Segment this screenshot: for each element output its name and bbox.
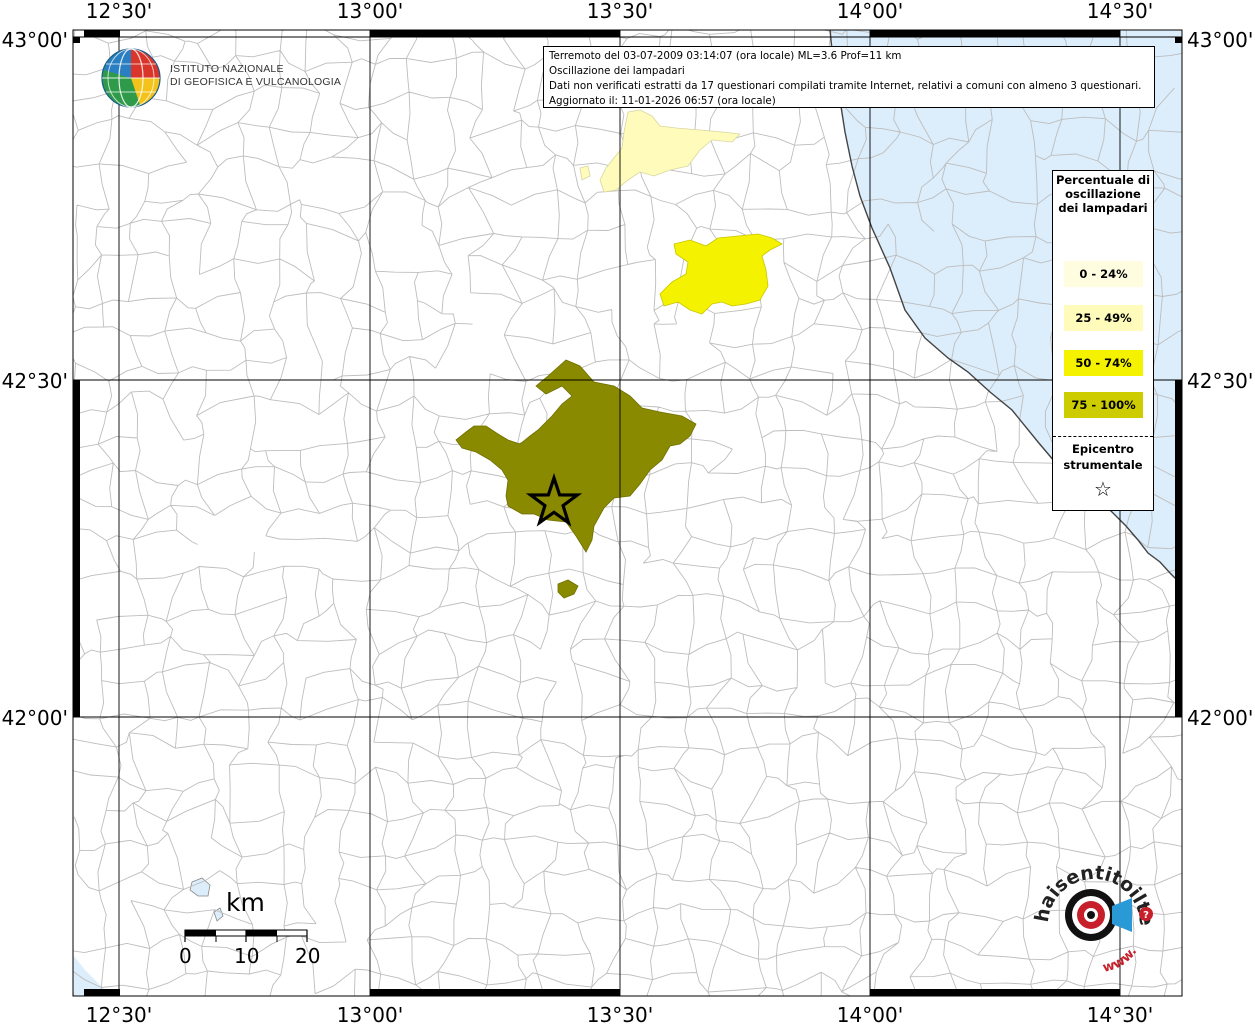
legend: Percentuale di oscillazione dei lampadar… [1052, 170, 1154, 511]
lat-label-right: 42°00' [1187, 706, 1253, 730]
legend-class-50-74: 50 - 74% [1064, 350, 1143, 376]
lon-label-bottom: 12°30' [86, 1003, 152, 1024]
lat-label-left: 42°30' [2, 369, 68, 393]
lon-label-bottom: 13°00' [337, 1003, 403, 1024]
lon-label-bottom: 14°00' [837, 1003, 903, 1024]
lat-label-right: 43°00' [1187, 28, 1253, 52]
longitude-labels-top: 12°30' 13°00' 13°30' 14°00' 14°30' [86, 0, 1153, 23]
legend-star-icon: ☆ [1094, 477, 1112, 501]
lat-label-left: 43°00' [2, 28, 68, 52]
event-info-box: Terremoto del 03-07-2009 03:14:07 (ora l… [543, 46, 1155, 108]
lon-label-top: 14°30' [1087, 0, 1153, 23]
scale-label-20: 20 [295, 944, 321, 968]
lon-label-bottom: 14°30' [1087, 1003, 1153, 1024]
svg-text:?: ? [1143, 910, 1149, 921]
lon-label-top: 14°00' [837, 0, 903, 23]
event-info-line: Aggiornato il: 11-01-2026 06:57 (ora loc… [549, 95, 776, 107]
lat-label-left: 42°00' [2, 706, 68, 730]
event-info-line: Terremoto del 03-07-2009 03:14:07 (ora l… [549, 50, 902, 62]
legend-epicentre-label: Epicentro strumentale [1063, 442, 1143, 472]
scale-label-10: 10 [234, 944, 260, 968]
legend-title: Percentuale di oscillazione dei lampadar… [1055, 173, 1151, 215]
lon-label-top: 12°30' [86, 0, 152, 23]
ingv-globe-icon [101, 48, 161, 108]
map-canvas: 12°30' 13°00' 13°30' 14°00' 14°30' 12°30… [0, 0, 1253, 1024]
event-info-line: Dati non verificati estratti da 17 quest… [549, 80, 1142, 92]
lat-label-right: 42°30' [1187, 369, 1253, 393]
latitude-labels-left: 43°00' 42°30' 42°00' [2, 28, 68, 730]
latitude-labels-right: 43°00' 42°30' 42°00' [1187, 28, 1253, 730]
event-info-line: Oscillazione dei lampadari [549, 65, 685, 77]
ingv-logo-text: ISTITUTO NAZIONALE DI GEOFISICA E VULCAN… [170, 63, 341, 89]
ingv-line-1: ISTITUTO NAZIONALE [170, 63, 284, 75]
legend-separator [1053, 436, 1153, 437]
legend-class-25-49: 25 - 49% [1064, 305, 1143, 331]
scale-unit: km [226, 888, 265, 917]
legend-class-0-24: 0 - 24% [1064, 261, 1143, 287]
longitude-labels-bottom: 12°30' 13°00' 13°30' 14°00' 14°30' [86, 1003, 1153, 1024]
lon-label-top: 13°30' [587, 0, 653, 23]
lon-label-top: 13°00' [337, 0, 403, 23]
scale-label-0: 0 [179, 944, 192, 968]
lon-label-bottom: 13°30' [587, 1003, 653, 1024]
map-stage: 12°30' 13°00' 13°30' 14°00' 14°30' 12°30… [0, 0, 1255, 1024]
legend-class-75-100: 75 - 100% [1064, 392, 1143, 418]
ingv-line-2: DI GEOFISICA E VULCANOLOGIA [170, 76, 342, 88]
